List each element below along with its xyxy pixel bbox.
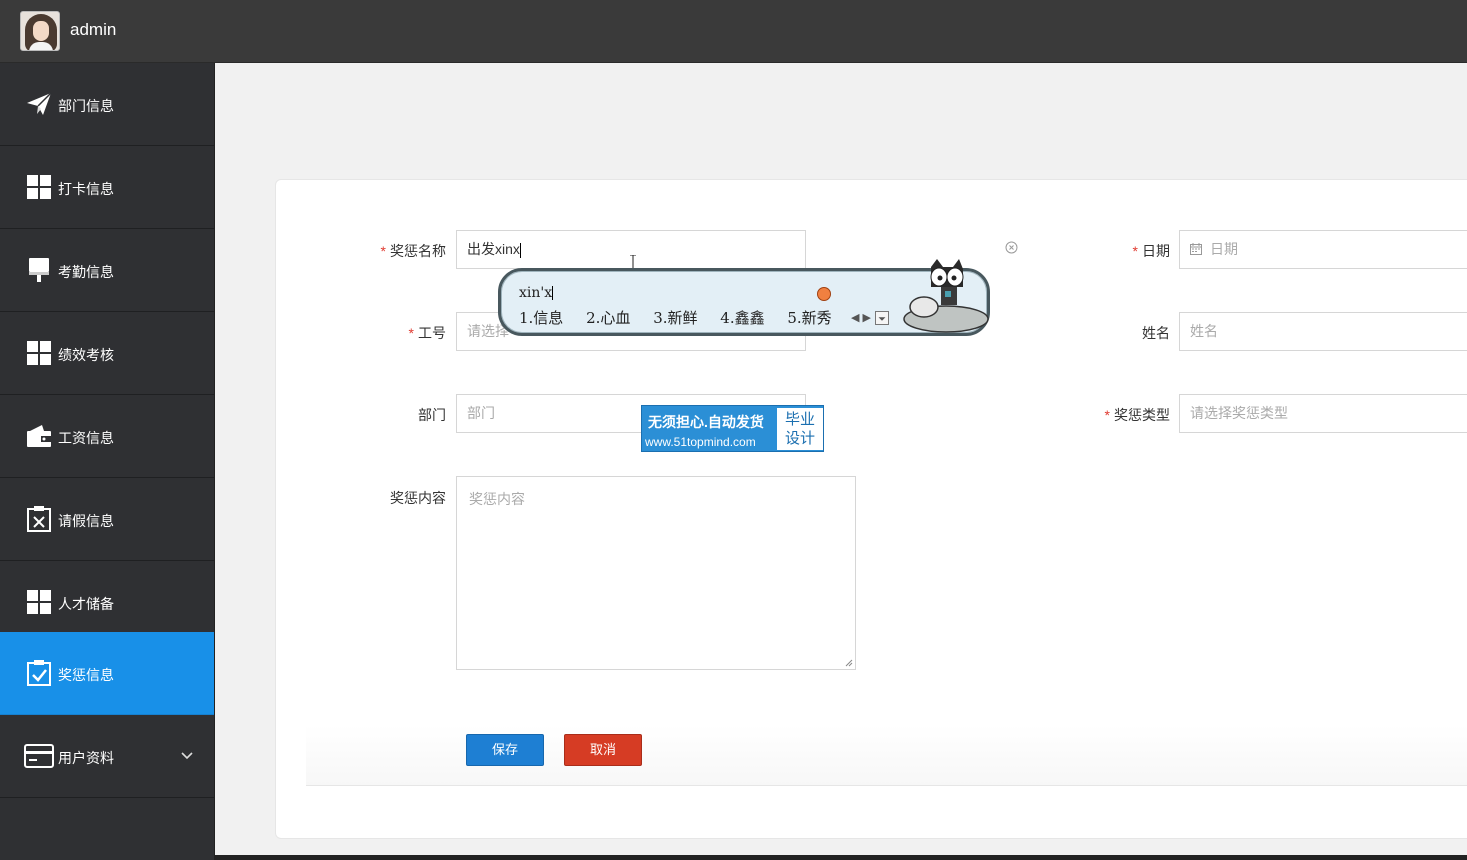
reward-type-select[interactable]: 请选择奖惩类型 (1179, 394, 1467, 433)
ime-skin-mascot-icon (903, 259, 989, 333)
calendar-icon (1190, 243, 1202, 255)
username[interactable]: admin (70, 20, 116, 40)
ime-composition: xin'x (519, 285, 554, 301)
reward-name-label: * 奖惩名称 (380, 243, 446, 259)
employee-no-label: * 工号 (408, 325, 446, 341)
ime-page-arrows-icon[interactable]: ◀ ▶ (851, 311, 871, 324)
watermark-badge: 无须担心.自动发货 www.51topmind.com 毕业 设计 (641, 405, 824, 452)
grid-icon (27, 341, 51, 365)
ime-candidate[interactable]: 5.新秀 (787, 309, 831, 327)
content-textarea[interactable]: 奖惩内容 (456, 476, 856, 670)
ime-candidate[interactable]: 1.信息 (519, 309, 563, 327)
sidebar-item-label: 打卡信息 (58, 181, 114, 197)
date-input[interactable]: 日期 (1179, 230, 1467, 269)
sidebar-item-department[interactable]: 部门信息 (0, 63, 214, 146)
sidebar-item-label: 工资信息 (58, 430, 114, 446)
paper-plane-icon (27, 92, 52, 115)
watermark-label: 毕业 设计 (777, 408, 823, 450)
sidebar-item-label: 人才储备 (58, 596, 114, 612)
grid-icon (27, 175, 51, 199)
sidebar-item-performance[interactable]: 绩效考核 (0, 312, 214, 395)
sidebar-item-label: 用户资料 (58, 750, 114, 766)
sidebar-item-rewards[interactable]: 奖惩信息 (0, 632, 214, 715)
ime-candidate[interactable]: 2.心血 (586, 309, 630, 327)
ime-candidate-window: xin'x 1.信息 2.心血 3.新鲜 4.鑫鑫 5.新秀 ◀ ▶ (498, 259, 990, 336)
grid-icon (27, 590, 51, 614)
ime-emoji-icon[interactable] (817, 287, 831, 301)
ime-candidate[interactable]: 4.鑫鑫 (720, 309, 764, 327)
ime-candidate[interactable]: 3.新鲜 (653, 309, 697, 327)
sidebar-item-leave[interactable]: 请假信息 (0, 478, 214, 561)
sidebar-item-label: 请假信息 (58, 513, 114, 529)
top-bar: admin (0, 0, 1467, 63)
content-label: 奖惩内容 (390, 490, 446, 506)
wallet-icon (27, 425, 51, 447)
department-label: 部门 (418, 407, 446, 423)
sidebar-item-clock-in[interactable]: 打卡信息 (0, 146, 214, 229)
resize-handle-icon[interactable] (845, 659, 853, 667)
sidebar-item-label: 考勤信息 (58, 264, 114, 280)
clear-icon[interactable] (1005, 241, 1018, 254)
sidebar-item-label: 奖惩信息 (58, 667, 114, 683)
clipboard-check-icon (27, 660, 51, 686)
sidebar-item-label: 部门信息 (58, 98, 114, 114)
cancel-button[interactable]: 取消 (564, 734, 642, 766)
ime-dropdown-icon[interactable] (875, 311, 889, 325)
sidebar: 部门信息 打卡信息 考勤信息 绩效考核 工资信息 请假信息 人才储备 奖惩信息 … (0, 63, 214, 860)
sidebar-item-label: 绩效考核 (58, 347, 114, 363)
ime-candidates: 1.信息 2.心血 3.新鲜 4.鑫鑫 5.新秀 (519, 307, 850, 328)
watermark-line1: 无须担心.自动发货 (648, 414, 764, 430)
card-icon (24, 744, 54, 768)
chevron-down-icon[interactable] (180, 748, 194, 762)
sidebar-item-attendance[interactable]: 考勤信息 (0, 229, 214, 312)
watermark-url: www.51topmind.com (645, 435, 756, 449)
name-label: 姓名 (1142, 325, 1170, 341)
clipboard-x-icon (27, 506, 51, 532)
brush-icon (29, 258, 49, 282)
date-label: * 日期 (1132, 243, 1170, 259)
main-content (215, 63, 1467, 855)
sidebar-item-salary[interactable]: 工资信息 (0, 395, 214, 478)
reward-type-label: * 奖惩类型 (1104, 407, 1170, 423)
save-button[interactable]: 保存 (466, 734, 544, 766)
name-input[interactable]: 姓名 (1179, 312, 1467, 351)
avatar[interactable] (20, 11, 60, 51)
sidebar-item-user-profile[interactable]: 用户资料 (0, 715, 214, 798)
text-cursor-icon (630, 255, 636, 269)
